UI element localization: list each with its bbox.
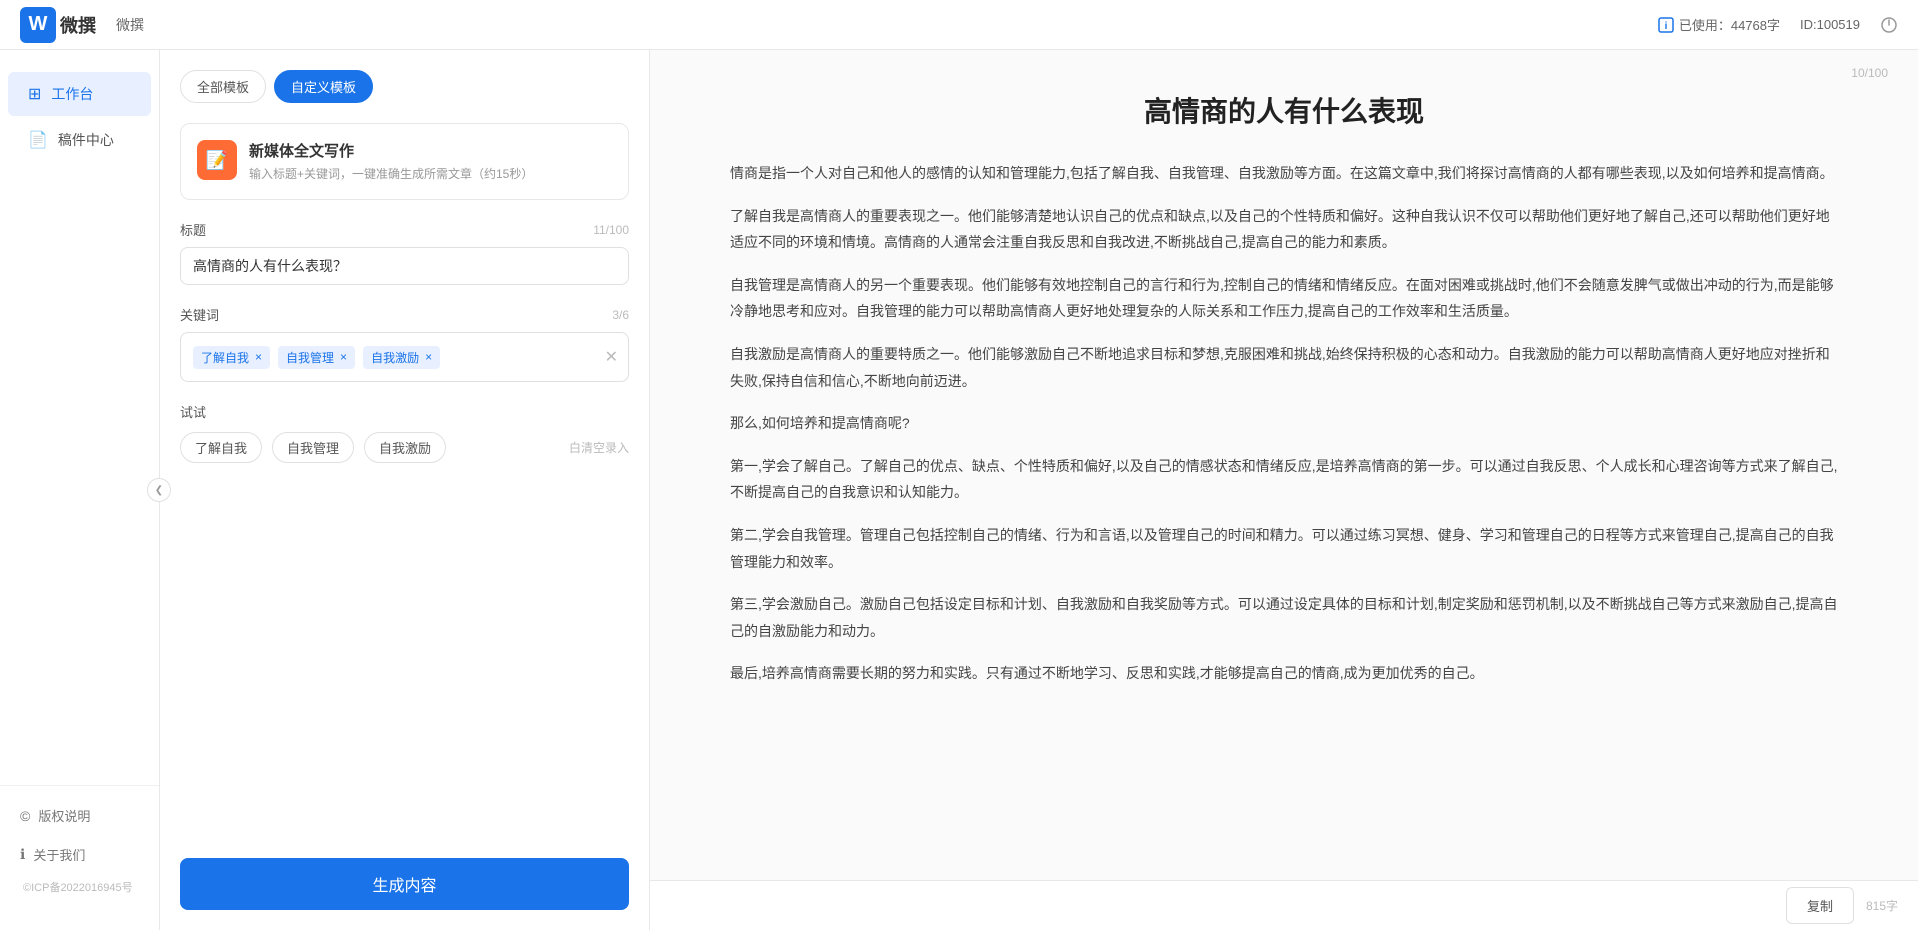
preview-para-3: 自我激励是高情商人的重要特质之一。他们能够激励自己不断地追求目标和梦想,克服困难…	[730, 341, 1838, 394]
header-title: 微撰	[116, 15, 144, 35]
title-counter: 11/100	[593, 223, 629, 237]
sidebar-nav: ⊞ 工作台 📄 稿件中心	[0, 70, 159, 785]
title-input[interactable]	[180, 247, 629, 285]
copyright-label: 版权说明	[38, 806, 90, 825]
keywords-label-row: 关键词 3/6	[180, 305, 629, 324]
preview-para-2: 自我管理是高情商人的另一个重要表现。他们能够有效地控制自己的言行和行为,控制自己…	[730, 272, 1838, 325]
sidebar-collapse-button[interactable]: ❮	[147, 478, 171, 502]
preview-content: 情商是指一个人对自己和他人的感情的认知和管理能力,包括了解自我、自我管理、自我激…	[730, 160, 1838, 687]
preview-para-7: 第三,学会激励自己。激励自己包括设定目标和计划、自我激励和自我奖励等方式。可以通…	[730, 591, 1838, 644]
template-icon: 📝	[197, 140, 237, 180]
preview-area: 10/100 高情商的人有什么表现 情商是指一个人对自己和他人的感情的认知和管理…	[650, 50, 1918, 880]
tab-row: 全部模板 自定义模板	[180, 70, 629, 103]
copy-button[interactable]: 复制	[1786, 887, 1854, 924]
suggestion-tag-0[interactable]: 了解自我	[180, 432, 262, 463]
sidebar-item-drafts[interactable]: 📄 稿件中心	[8, 118, 151, 162]
template-name: 新媒体全文写作	[249, 140, 612, 161]
preview-counter: 10/100	[1851, 66, 1888, 80]
tab-custom-templates[interactable]: 自定义模板	[274, 70, 373, 103]
title-section: 标题 11/100	[180, 220, 629, 285]
preview-para-5: 第一,学会了解自己。了解自己的优点、缺点、个性特质和偏好,以及自己的情感状态和情…	[730, 453, 1838, 506]
template-desc: 输入标题+关键词，一键准确生成所需文章（约15秒）	[249, 165, 612, 183]
sidebar: ⊞ 工作台 📄 稿件中心 © 版权说明 ℹ 关于我们 ©ICP备20220169…	[0, 50, 160, 930]
preview-para-4: 那么,如何培养和提高情商呢?	[730, 410, 1838, 437]
copyright-icon: ©	[20, 808, 30, 824]
icp-text: ©ICP备2022016945号	[8, 874, 151, 900]
keyword-remove-3[interactable]: ×	[425, 350, 432, 364]
header: W 微撰 微撰 i 已使用：44768字 ID:100519	[0, 0, 1918, 50]
keywords-clear-icon[interactable]: ✕	[605, 347, 618, 367]
logo-w-icon: W	[20, 7, 56, 43]
suggestion-tag-2[interactable]: 自我激励	[364, 432, 446, 463]
template-info: 新媒体全文写作 输入标题+关键词，一键准确生成所需文章（约15秒）	[249, 140, 612, 183]
sidebar-item-label: 工作台	[51, 84, 93, 104]
keyword-remove-1[interactable]: ×	[255, 350, 262, 364]
usage-text: 已使用：44768字	[1679, 15, 1780, 34]
keyword-tag-1[interactable]: 了解自我 ×	[193, 346, 270, 369]
header-right: i 已使用：44768字 ID:100519	[1658, 15, 1898, 34]
header-usage: i 已使用：44768字	[1658, 15, 1780, 34]
preview-para-8: 最后,培养高情商需要长期的努力和实践。只有通过不断地学习、反思和实践,才能够提高…	[730, 660, 1838, 687]
generate-button[interactable]: 生成内容	[180, 858, 629, 910]
keywords-label: 关键词	[180, 305, 219, 324]
keyword-tag-3[interactable]: 自我激励 ×	[363, 346, 440, 369]
suggestions-clear[interactable]: 白清空录入	[569, 439, 629, 456]
workbench-icon: ⊞	[28, 84, 41, 104]
suggestions-section: 试试 了解自我 自我管理 自我激励 白清空录入	[180, 402, 629, 463]
keyword-remove-2[interactable]: ×	[340, 350, 347, 364]
svg-text:i: i	[1664, 21, 1667, 32]
right-panel: 10/100 高情商的人有什么表现 情商是指一个人对自己和他人的感情的认知和管理…	[650, 50, 1918, 930]
template-card[interactable]: 📝 新媒体全文写作 输入标题+关键词，一键准确生成所需文章（约15秒）	[180, 123, 629, 200]
preview-para-6: 第二,学会自我管理。管理自己包括控制自己的情绪、行为和言语,以及管理自己的时间和…	[730, 522, 1838, 575]
sidebar-item-label: 稿件中心	[58, 130, 114, 150]
drafts-icon: 📄	[28, 130, 48, 150]
preview-para-1: 了解自我是高情商人的重要表现之一。他们能够清楚地认识自己的优点和缺点,以及自己的…	[730, 203, 1838, 256]
word-count: 815字	[1866, 897, 1898, 914]
suggestions-label: 试试	[180, 405, 206, 420]
keyword-tag-2[interactable]: 自我管理 ×	[278, 346, 355, 369]
title-label-row: 标题 11/100	[180, 220, 629, 239]
keywords-box[interactable]: 了解自我 × 自我管理 × 自我激励 × ✕	[180, 332, 629, 382]
suggestion-tag-1[interactable]: 自我管理	[272, 432, 354, 463]
user-id: ID:100519	[1800, 17, 1860, 32]
left-panel: 全部模板 自定义模板 📝 新媒体全文写作 输入标题+关键词，一键准确生成所需文章…	[160, 50, 650, 930]
suggestions-list: 了解自我 自我管理 自我激励 白清空录入	[180, 432, 629, 463]
content-area: 全部模板 自定义模板 📝 新媒体全文写作 输入标题+关键词，一键准确生成所需文章…	[160, 50, 1918, 930]
keywords-counter: 3/6	[612, 308, 629, 322]
sidebar-item-workbench[interactable]: ⊞ 工作台	[8, 72, 151, 116]
tab-all-templates[interactable]: 全部模板	[180, 70, 266, 103]
preview-para-0: 情商是指一个人对自己和他人的感情的认知和管理能力,包括了解自我、自我管理、自我激…	[730, 160, 1838, 187]
preview-title: 高情商的人有什么表现	[730, 90, 1838, 130]
header-logo: W 微撰	[20, 7, 96, 43]
sidebar-item-copyright[interactable]: © 版权说明	[8, 796, 151, 835]
power-icon[interactable]	[1880, 16, 1898, 34]
about-icon: ℹ	[20, 846, 25, 863]
preview-footer: 复制 815字	[650, 880, 1918, 930]
logo-text: 微撰	[60, 12, 96, 38]
keywords-section: 关键词 3/6 了解自我 × 自我管理 × 自我激励 ×	[180, 305, 629, 382]
title-label: 标题	[180, 220, 206, 239]
sidebar-bottom: © 版权说明 ℹ 关于我们 ©ICP备2022016945号	[0, 785, 159, 910]
info-icon: i	[1658, 17, 1674, 33]
main-layout: ⊞ 工作台 📄 稿件中心 © 版权说明 ℹ 关于我们 ©ICP备20220169…	[0, 50, 1918, 930]
sidebar-item-about[interactable]: ℹ 关于我们	[8, 835, 151, 874]
about-label: 关于我们	[33, 845, 85, 864]
